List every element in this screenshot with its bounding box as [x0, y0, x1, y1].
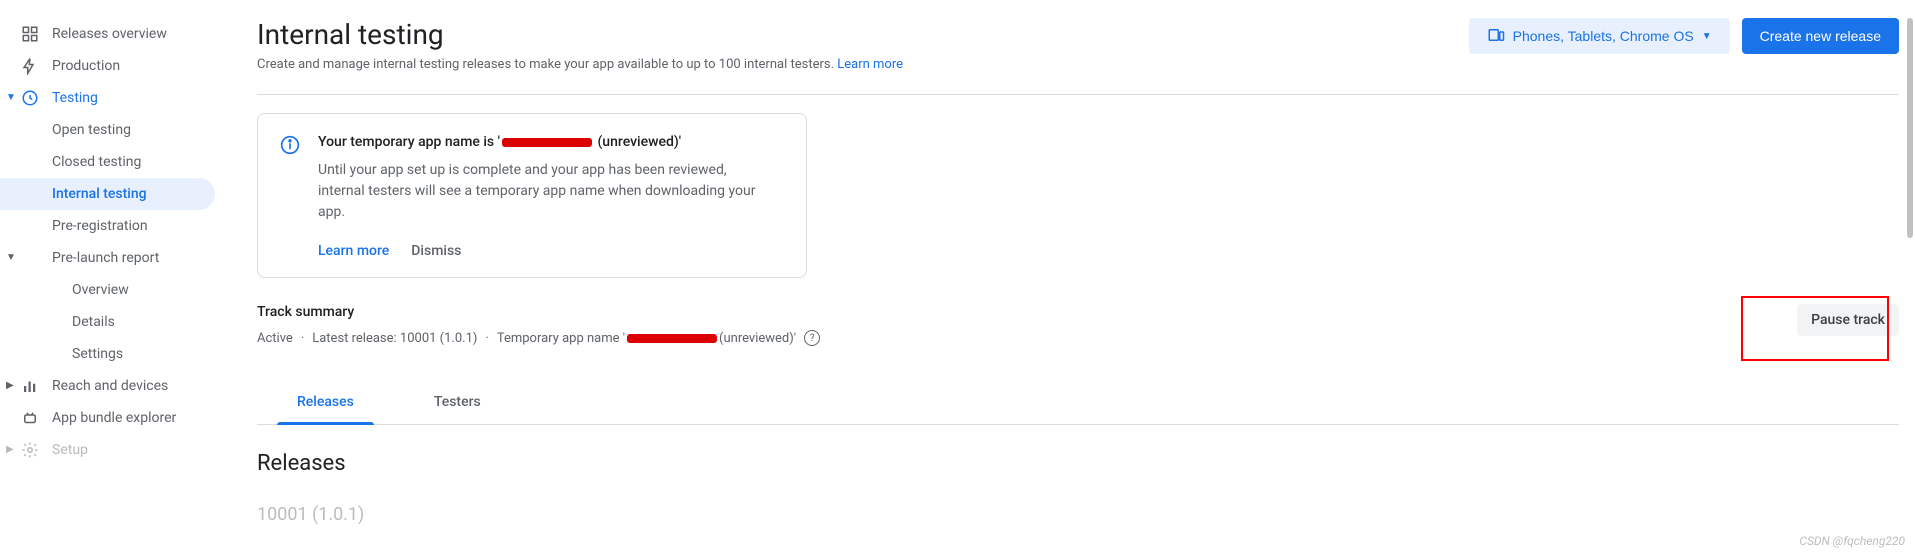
chevron-down-icon: ▼	[6, 92, 16, 103]
watermark: CSDN @fqcheng220	[1799, 534, 1905, 548]
chevron-down-icon: ▼	[1702, 31, 1712, 42]
sidebar-item-label: Pre-registration	[52, 218, 148, 234]
learn-more-link[interactable]: Learn more	[837, 57, 903, 72]
track-summary-heading: Track summary	[257, 304, 820, 320]
info-title: Your temporary app name is ' (unreviewed…	[318, 134, 758, 150]
sidebar-item-production[interactable]: Production	[0, 50, 215, 82]
sidebar-item-setup[interactable]: Setup	[0, 434, 215, 466]
flask-icon	[20, 88, 40, 108]
track-temp-name: Temporary app name '(unreviewed)'	[497, 331, 796, 346]
tab-testers[interactable]: Testers	[394, 380, 521, 424]
sidebar-item-testing[interactable]: Testing	[0, 82, 215, 114]
sidebar-item-app-bundle[interactable]: App bundle explorer	[0, 402, 215, 434]
info-learn-more-button[interactable]: Learn more	[318, 243, 389, 259]
info-icon	[280, 135, 300, 259]
track-latest: Latest release: 10001 (1.0.1)	[312, 331, 477, 346]
page-subtitle: Create and manage internal testing relea…	[257, 57, 903, 72]
sidebar-item-label: Setup	[52, 442, 88, 458]
sidebar-item-internal-testing[interactable]: Internal testing	[0, 178, 215, 210]
sidebar-item-label: Production	[52, 58, 120, 74]
page-title: Internal testing	[257, 18, 903, 51]
track-summary-line: Active · Latest release: 10001 (1.0.1) ·…	[257, 330, 820, 346]
sidebar-item-settings[interactable]: Settings	[0, 338, 215, 370]
divider	[257, 94, 1899, 95]
dashboard-icon	[20, 24, 40, 44]
gear-icon	[20, 440, 40, 460]
device-filter-button[interactable]: Phones, Tablets, Chrome OS ▼	[1469, 18, 1730, 54]
devices-icon	[1487, 26, 1505, 47]
info-body: Until your app set up is complete and yo…	[318, 160, 758, 223]
sidebar-item-details[interactable]: Details	[0, 306, 215, 338]
chevron-right-icon: ▶	[6, 444, 14, 455]
sidebar-item-label: Releases overview	[52, 26, 167, 42]
sidebar-item-label: Details	[72, 314, 115, 330]
bars-icon	[20, 376, 40, 396]
sidebar-item-open-testing[interactable]: Open testing	[0, 114, 215, 146]
sidebar-item-closed-testing[interactable]: Closed testing	[0, 146, 215, 178]
redacted-text	[627, 334, 717, 343]
rocket-icon	[20, 56, 40, 76]
tab-releases[interactable]: Releases	[257, 380, 394, 424]
sidebar-item-pre-registration[interactable]: Pre-registration	[0, 210, 215, 242]
help-icon[interactable]: ?	[804, 330, 820, 346]
release-version: 10001 (1.0.1)	[257, 504, 1899, 525]
sidebar-item-label: Reach and devices	[52, 378, 168, 394]
android-icon	[20, 408, 40, 428]
sidebar-item-label: Testing	[52, 90, 98, 106]
redacted-text	[502, 138, 592, 147]
scrollbar[interactable]	[1907, 18, 1913, 238]
sidebar-item-overview[interactable]: Overview	[0, 274, 215, 306]
sidebar-item-label: App bundle explorer	[52, 410, 176, 426]
info-dismiss-button[interactable]: Dismiss	[411, 243, 461, 259]
tabs: Releases Testers	[257, 380, 1899, 425]
pause-track-button[interactable]: Pause track	[1797, 304, 1899, 336]
track-status: Active	[257, 331, 293, 346]
sidebar-item-label: Overview	[72, 282, 129, 298]
info-card: Your temporary app name is ' (unreviewed…	[257, 113, 807, 278]
chevron-down-icon: ▼	[6, 252, 16, 263]
sidebar-item-label: Pre-launch report	[52, 250, 159, 266]
sidebar-item-label: Settings	[72, 346, 123, 362]
sidebar-item-label: Closed testing	[52, 154, 141, 170]
chevron-right-icon: ▶	[6, 380, 14, 391]
sidebar-item-label: Open testing	[52, 122, 131, 138]
create-release-button[interactable]: Create new release	[1742, 18, 1899, 54]
releases-heading: Releases	[257, 451, 1899, 476]
sidebar-item-label: Internal testing	[52, 186, 147, 202]
main-content: Internal testing Create and manage inter…	[225, 0, 1915, 554]
sidebar-item-releases-overview[interactable]: Releases overview	[0, 18, 215, 50]
sidebar-item-prelaunch[interactable]: Pre-launch report	[0, 242, 215, 274]
sidebar: Releases overview Production ▼ Testing O…	[0, 0, 225, 554]
sidebar-item-reach-devices[interactable]: Reach and devices	[0, 370, 215, 402]
